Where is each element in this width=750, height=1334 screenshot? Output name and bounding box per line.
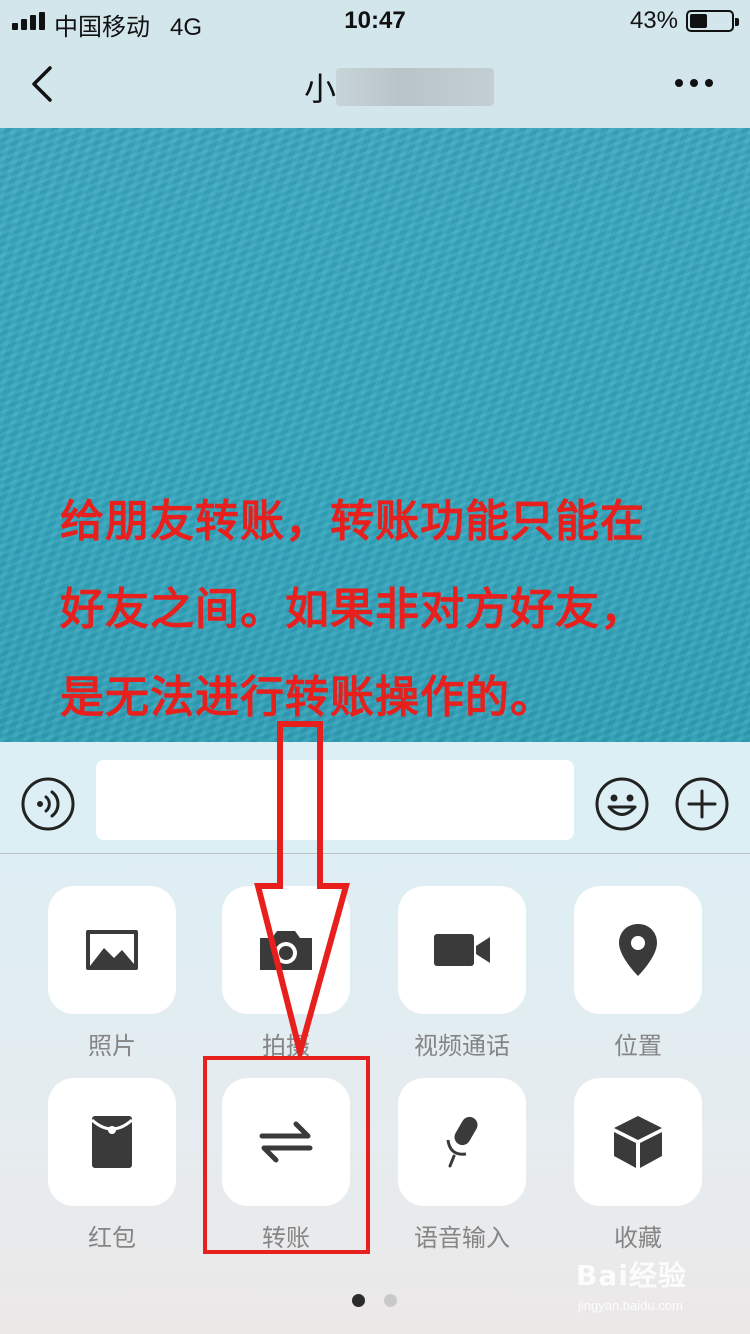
red-highlight-box [203, 1056, 370, 1254]
photo-tile[interactable] [48, 886, 176, 1014]
video-call-icon [434, 934, 490, 966]
red-packet-icon [90, 1116, 134, 1168]
instruction-annotation: 给朋友转账，转账功能只能在 好友之间。如果非对方好友， 是无法进行转账操作的。 [60, 478, 720, 742]
panel-item-label: 红包 [88, 1225, 136, 1252]
panel-item-label: 收藏 [614, 1225, 662, 1252]
page-dot-active[interactable] [352, 1294, 365, 1307]
chat-header: 小 [0, 40, 750, 128]
location-tile[interactable] [574, 886, 702, 1014]
annotation-line: 给朋友转账，转账功能只能在 [60, 497, 645, 546]
panel-item-label: 语音输入 [414, 1225, 510, 1252]
annotation-line: 是无法进行转账操作的。 [60, 673, 555, 722]
input-bar [0, 742, 750, 854]
video-call-tile[interactable] [398, 886, 526, 1014]
photo-icon [86, 930, 138, 970]
plus-icon[interactable] [674, 776, 730, 832]
red-packet-tile[interactable] [48, 1078, 176, 1206]
favorites-tile[interactable] [574, 1078, 702, 1206]
panel-item-photo[interactable]: 照片 [48, 886, 176, 1061]
baidu-jingyan-watermark: Bai经验 jingyan.baidu.com [576, 1254, 736, 1318]
page-dot[interactable] [384, 1294, 397, 1307]
page-indicator [352, 1294, 400, 1308]
chevron-left-icon[interactable] [26, 62, 62, 106]
panel-item-label: 视频通话 [414, 1033, 510, 1060]
watermark-url: jingyan.baidu.com [578, 1298, 683, 1313]
redacted-name-blur [336, 68, 494, 106]
watermark-logo: Bai经验 [576, 1259, 687, 1292]
location-icon [619, 924, 657, 976]
voice-icon[interactable] [20, 776, 76, 832]
panel-item-red-packet[interactable]: 红包 [48, 1078, 176, 1253]
panel-item-video-call[interactable]: 视频通话 [398, 886, 526, 1061]
microphone-icon [446, 1116, 478, 1168]
panel-item-location[interactable]: 位置 [574, 886, 702, 1061]
more-dots-icon[interactable] [674, 78, 714, 88]
chat-title: 小 [304, 71, 337, 107]
status-bar: 中国移动 4G 10:47 43% [0, 0, 750, 41]
red-arrow-annotation [254, 721, 350, 1058]
favorites-cube-icon [614, 1116, 662, 1168]
battery-percent: 43% [629, 7, 678, 34]
panel-item-label: 照片 [88, 1033, 136, 1060]
panel-item-label: 位置 [614, 1033, 662, 1060]
annotation-line: 好友之间。如果非对方好友， [60, 585, 645, 634]
panel-item-voice-input[interactable]: 语音输入 [398, 1078, 526, 1253]
battery-icon [686, 10, 739, 32]
emoji-icon[interactable] [594, 776, 650, 832]
panel-item-favorites[interactable]: 收藏 [574, 1078, 702, 1253]
voice-input-tile[interactable] [398, 1078, 526, 1206]
